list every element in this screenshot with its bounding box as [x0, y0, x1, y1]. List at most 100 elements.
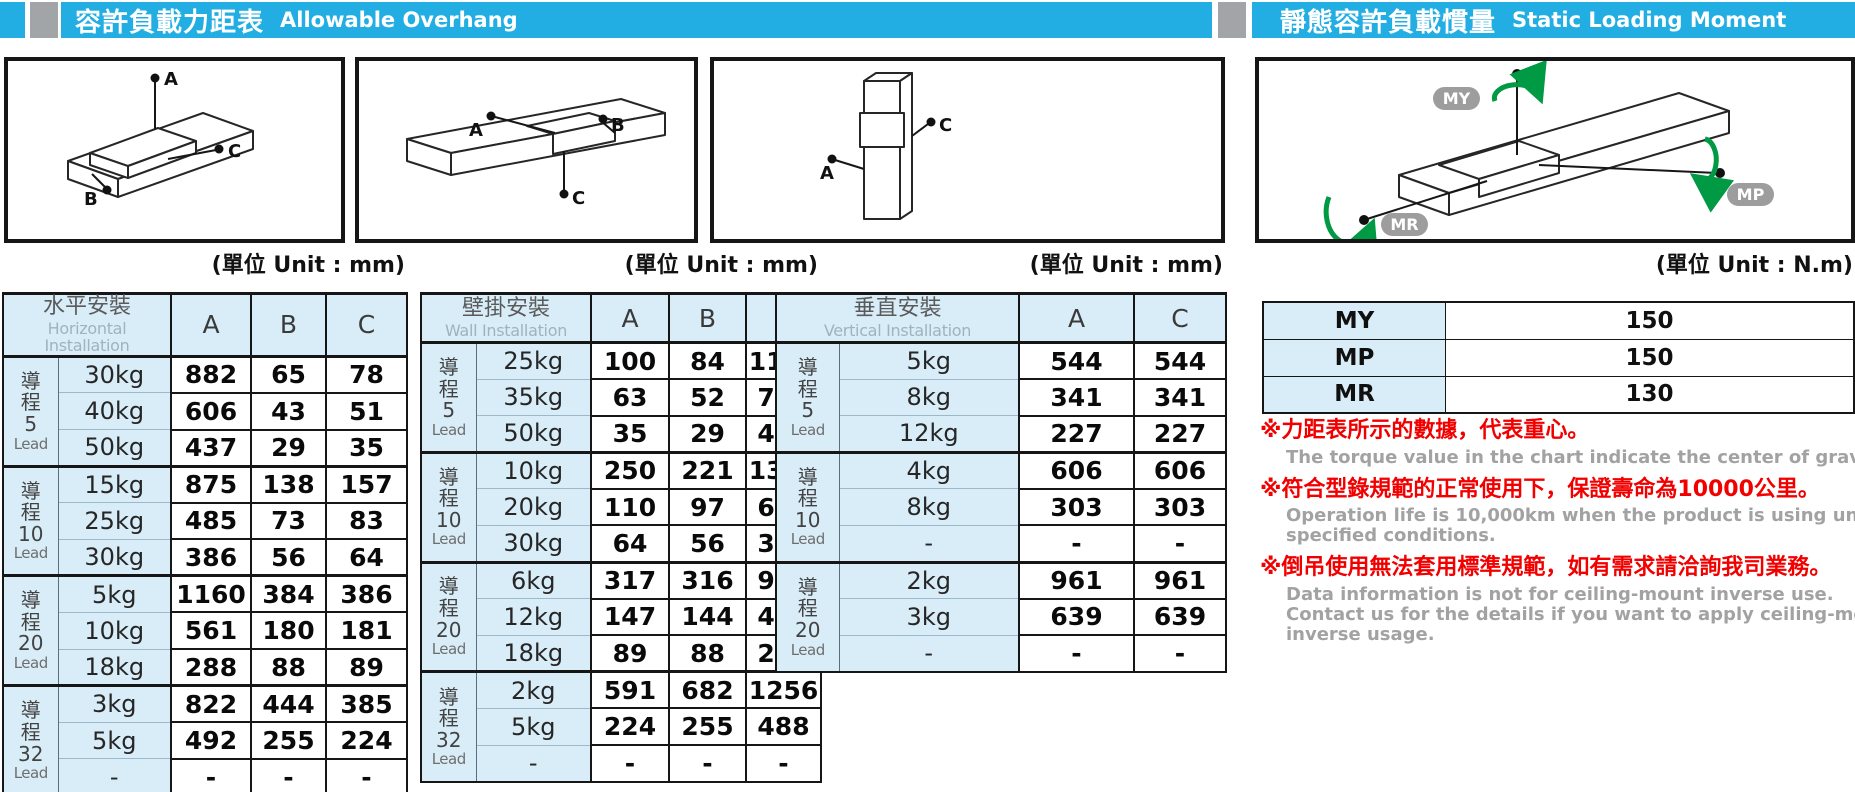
weight-cell: 20kg — [476, 489, 591, 526]
wall-installation-table: 壁掛安裝Wall InstallationABC導程5Lead25kg10084… — [420, 292, 822, 783]
weight-cell: 40kg — [58, 393, 171, 430]
lead-label: 導程20Lead — [4, 590, 58, 671]
table-row: 導程5Lead5kg544544 — [776, 343, 1226, 380]
value-cell: - — [251, 759, 326, 792]
note-en-line: inverse usage. — [1286, 625, 1855, 645]
value-cell: 65 — [251, 356, 326, 393]
value-cell: 386 — [171, 539, 251, 576]
weight-cell: 15kg — [58, 466, 171, 503]
value-cell: - — [1134, 635, 1226, 672]
moment-row-value: 150 — [1446, 339, 1854, 376]
note-center-of-gravity: ※力距表所示的數據，代表重心。 The torque value in the … — [1260, 417, 1855, 468]
spec-table: 垂直安裝Vertical InstallationAC導程5Lead5kg544… — [775, 292, 1227, 673]
note-zh: ※倒吊使用無法套用標準規範，如有需求請洽詢我司業務。 — [1260, 554, 1855, 582]
table-row: 導程10Lead4kg606606 — [776, 452, 1226, 489]
weight-cell: 5kg — [58, 722, 171, 759]
value-cell: 29 — [251, 430, 326, 467]
lead-char: 導 — [21, 700, 41, 722]
table-row: --- — [776, 525, 1226, 562]
lead-cell: 導程5Lead — [3, 356, 58, 466]
catalog-spec-page: 容許負載力距表 Allowable Overhang 靜態容許負載慣量 Stat… — [0, 0, 1855, 792]
weight-cell: - — [476, 745, 591, 782]
left-section-header: 容許負載力距表 Allowable Overhang — [61, 2, 1212, 38]
table-row: 50kg3529433 — [421, 416, 821, 453]
value-cell: 875 — [171, 466, 251, 503]
weight-cell: 8kg — [839, 379, 1019, 416]
static-moment-diagram: MY MP MR — [1255, 57, 1855, 243]
column-header: C — [1134, 294, 1226, 343]
weight-cell: 30kg — [476, 525, 591, 562]
lead-cell: 導程20Lead — [776, 562, 839, 672]
column-header: B — [669, 294, 746, 343]
lead-char: 導 — [798, 467, 818, 489]
wall-installation-diagram: A B C — [355, 57, 698, 243]
left-section-title-zh: 容許負載力距表 — [75, 2, 264, 39]
value-cell: 606 — [1019, 452, 1134, 489]
lead-char: 程 — [439, 708, 459, 730]
value-cell: 317 — [591, 562, 669, 599]
note-zh: ※力距表所示的數據，代表重心。 — [1260, 417, 1855, 445]
table-row: 導程20Lead2kg961961 — [776, 562, 1226, 599]
lead-number: 10 — [795, 510, 820, 532]
lead-char: 程 — [798, 488, 818, 510]
table-row: 5kg492255224 — [3, 722, 407, 759]
value-cell: 444 — [251, 686, 326, 723]
value-cell: 384 — [251, 576, 326, 613]
lead-number: 32 — [436, 730, 461, 752]
table-row: 導程20Lead6kg317316955 — [421, 562, 821, 599]
lead-label: 導程5Lead — [422, 357, 476, 438]
lead-char: 程 — [439, 379, 459, 401]
lead-char: 程 — [439, 488, 459, 510]
table-row: 20kg11097633 — [421, 489, 821, 526]
value-cell: 64 — [326, 539, 407, 576]
weight-cell: 5kg — [476, 708, 591, 745]
table-row: MP 150 — [1263, 339, 1854, 376]
table-row: 導程20Lead5kg1160384386 — [3, 576, 407, 613]
vertical-installation-diagram: A C — [710, 57, 1225, 243]
value-cell: 606 — [171, 393, 251, 430]
weight-cell: 25kg — [476, 343, 591, 380]
value-cell: 961 — [1134, 562, 1226, 599]
value-cell: 35 — [591, 416, 669, 453]
lead-cell: 導程32Lead — [421, 672, 476, 782]
weight-cell: 10kg — [58, 612, 171, 649]
table-row: 3kg639639 — [776, 599, 1226, 636]
table-row: 40kg6064351 — [3, 393, 407, 430]
lead-char: 導 — [21, 590, 41, 612]
table-row: 30kg6456385 — [421, 525, 821, 562]
lead-label: 導程10Lead — [4, 481, 58, 562]
weight-cell: 30kg — [58, 539, 171, 576]
value-cell: 386 — [326, 576, 407, 613]
table-row: 導程32Lead2kg5916821256 — [421, 672, 821, 709]
table-row: MR 130 — [1263, 376, 1854, 413]
value-cell: 488 — [746, 708, 821, 745]
value-cell: 51 — [326, 393, 407, 430]
weight-cell: 18kg — [58, 649, 171, 686]
weight-cell: 8kg — [839, 489, 1019, 526]
value-cell: 341 — [1019, 379, 1134, 416]
lead-char: 程 — [21, 722, 41, 744]
value-cell: 250 — [591, 452, 669, 489]
table-title-zh: 水平安裝 — [4, 295, 170, 320]
value-cell: 385 — [326, 686, 407, 723]
column-header: B — [251, 294, 326, 357]
table-title-zh: 壁掛安裝 — [422, 297, 590, 322]
value-cell: 303 — [1134, 489, 1226, 526]
value-cell: 1256 — [746, 672, 821, 709]
value-cell: 89 — [591, 635, 669, 672]
weight-cell: - — [58, 759, 171, 792]
lead-char: 導 — [439, 687, 459, 709]
value-cell: - — [1019, 525, 1134, 562]
value-cell: 73 — [251, 503, 326, 540]
notes-block: ※力距表所示的數據，代表重心。 The torque value in the … — [1260, 417, 1855, 653]
value-cell: 88 — [669, 635, 746, 672]
lead-char: 導 — [798, 357, 818, 379]
table-row: 導程5Lead25kg100841102 — [421, 343, 821, 380]
table-title-cell: 垂直安裝Vertical Installation — [776, 294, 1019, 343]
moment-row-label: MR — [1263, 376, 1446, 413]
table-header-row: 壁掛安裝Wall InstallationABC — [421, 294, 821, 343]
value-cell: 56 — [669, 525, 746, 562]
lead-en: Lead — [791, 422, 825, 438]
table-header-row: 垂直安裝Vertical InstallationAC — [776, 294, 1226, 343]
table-row: 12kg227227 — [776, 416, 1226, 453]
